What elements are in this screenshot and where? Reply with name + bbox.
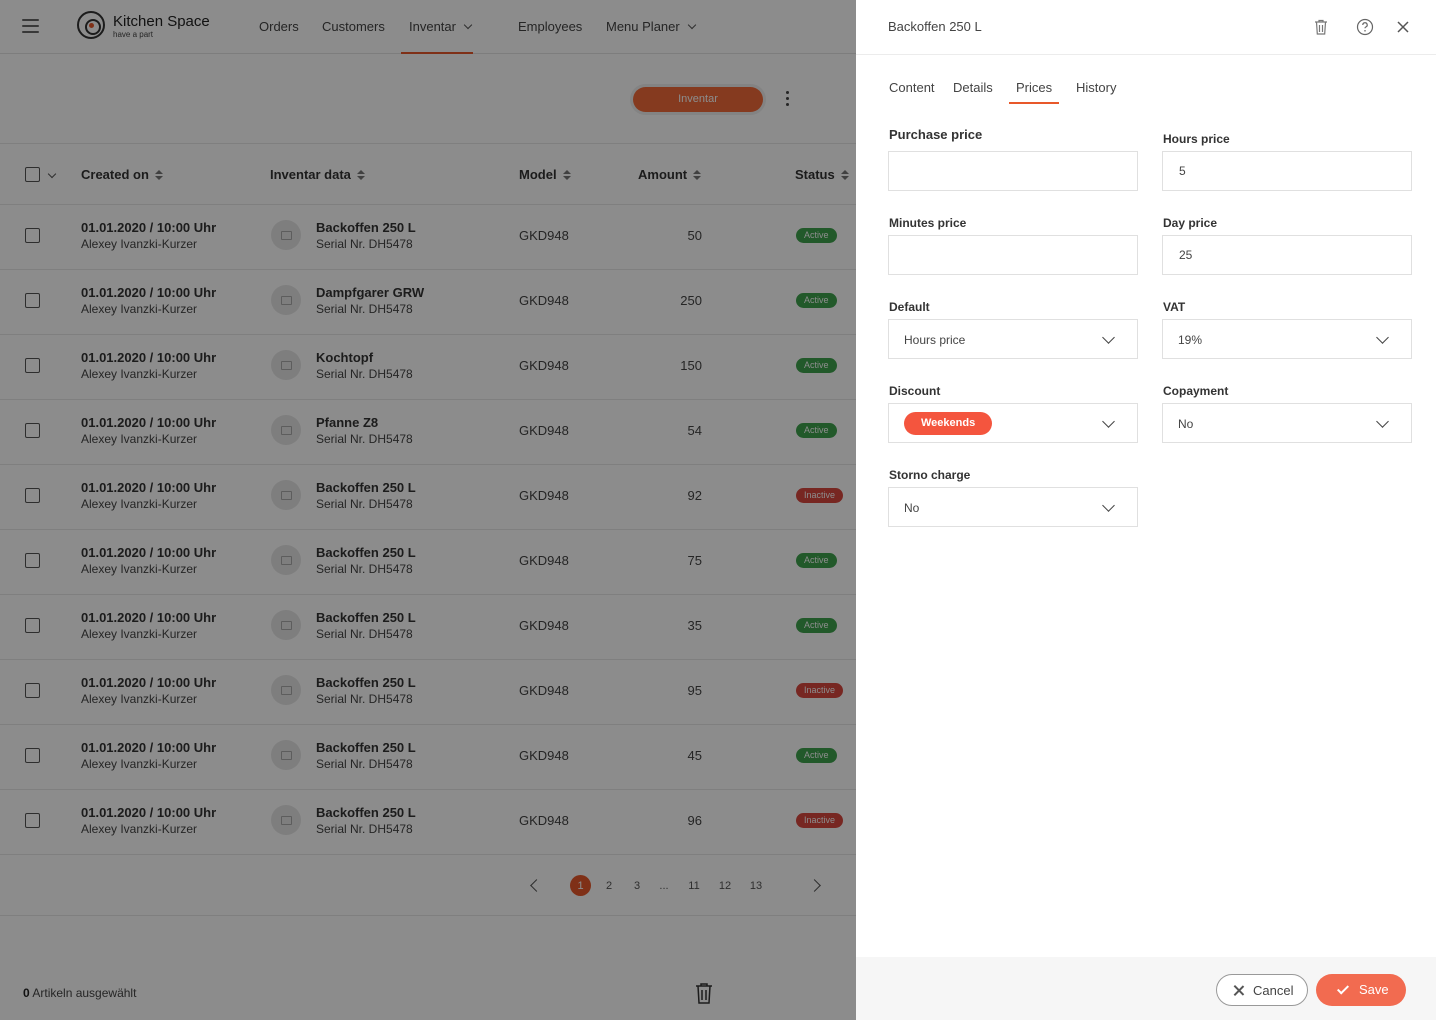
inventory-app: Kitchen Space have a part Orders Custome…: [0, 0, 856, 1020]
hours-price-label: Hours price: [1163, 132, 1230, 146]
discount-chip[interactable]: Weekends: [904, 412, 993, 435]
minutes-price-input[interactable]: [888, 235, 1138, 275]
tab-history[interactable]: History: [1076, 80, 1116, 104]
tab-content[interactable]: Content: [889, 80, 935, 104]
close-icon: [1233, 985, 1244, 996]
chevron-down-icon: [1376, 331, 1389, 344]
cancel-label: Cancel: [1253, 983, 1294, 998]
drawer-header: Backoffen 250 L: [856, 0, 1436, 55]
day-price-input[interactable]: [1162, 235, 1412, 275]
tab-details[interactable]: Details: [953, 80, 993, 104]
chevron-down-icon: [1376, 415, 1389, 428]
trash-icon[interactable]: [1312, 18, 1330, 36]
drawer-title: Backoffen 250 L: [888, 19, 982, 34]
discount-select[interactable]: Weekends: [888, 403, 1138, 443]
storno-charge-value: No: [904, 501, 920, 515]
vat-select[interactable]: 19%: [1162, 319, 1412, 359]
chevron-down-icon: [1102, 331, 1115, 344]
storno-charge-label: Storno charge: [889, 468, 971, 482]
check-icon: [1336, 982, 1350, 995]
copayment-value: No: [1178, 417, 1194, 431]
default-select[interactable]: Hours price: [888, 319, 1138, 359]
chevron-down-icon: [1102, 415, 1115, 428]
hours-price-input[interactable]: [1162, 151, 1412, 191]
purchase-price-input[interactable]: [888, 151, 1138, 191]
item-drawer: Backoffen 250 L Content Details Prices H…: [856, 0, 1436, 1020]
purchase-price-label: Purchase price: [889, 127, 983, 142]
vat-value: 19%: [1178, 333, 1203, 347]
minutes-price-label: Minutes price: [889, 216, 967, 230]
default-value: Hours price: [904, 333, 966, 347]
help-icon[interactable]: [1356, 18, 1374, 36]
drawer-footer: Cancel Save: [856, 957, 1436, 1020]
vat-label: VAT: [1163, 300, 1186, 314]
discount-label: Discount: [889, 384, 941, 398]
close-icon[interactable]: [1394, 18, 1412, 36]
save-button[interactable]: Save: [1316, 974, 1406, 1006]
cancel-button[interactable]: Cancel: [1216, 974, 1308, 1006]
chevron-down-icon: [1102, 499, 1115, 512]
copayment-label: Copayment: [1163, 384, 1229, 398]
storno-charge-select[interactable]: No: [888, 487, 1138, 527]
default-label: Default: [889, 300, 930, 314]
save-label: Save: [1359, 982, 1389, 997]
tab-prices[interactable]: Prices: [1009, 80, 1060, 104]
copayment-select[interactable]: No: [1162, 403, 1412, 443]
day-price-label: Day price: [1163, 216, 1218, 230]
modal-backdrop[interactable]: [0, 0, 856, 1020]
